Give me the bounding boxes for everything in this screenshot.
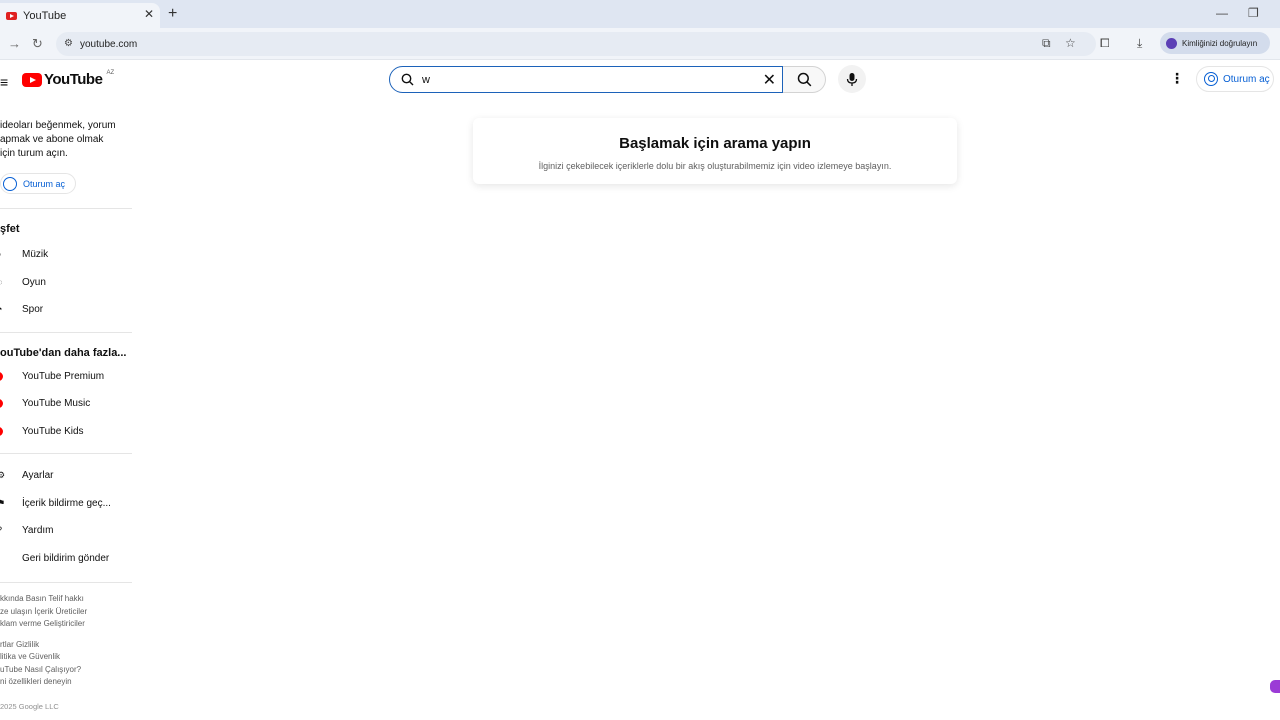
bookmark-star-icon[interactable]: ☆ — [1065, 36, 1076, 50]
search-button[interactable] — [783, 66, 826, 93]
forward-icon[interactable]: → — [8, 36, 21, 51]
sidebar-item-gaming[interactable]: ◌ Oyun — [0, 269, 132, 297]
extensions-icon[interactable]: ⧠ — [1100, 36, 1110, 51]
sidebar-item-youtube-premium[interactable]: YouTube Premium — [0, 363, 132, 391]
empty-feed-card: Başlamak için arama yapın İlginizi çekeb… — [473, 118, 957, 184]
logo-wordmark: YouTube — [44, 71, 103, 88]
sidebar-item-label: YouTube Kids — [22, 425, 84, 437]
microphone-icon — [846, 72, 858, 86]
sidebar-item-label: YouTube Music — [22, 398, 91, 410]
footer-links-row[interactable]: litika ve Güvenlik — [0, 651, 132, 664]
empty-feed-subtitle: İlginizi çekebilecek içeriklerle dolu bi… — [538, 161, 892, 171]
voice-search-button[interactable] — [838, 65, 866, 93]
sidebar-item-label: İçerik bildirme geç... — [22, 497, 111, 509]
assistant-icon[interactable] — [1270, 680, 1280, 693]
footer-links-row[interactable]: rtlar Gizlilik — [0, 639, 132, 652]
explore-heading: şfet — [0, 223, 20, 235]
url-bar[interactable]: ⚙ youtube.com — [56, 32, 1096, 56]
reload-icon[interactable]: ↻ — [32, 36, 43, 52]
sidebar-item-report-history[interactable]: ⚑ İçerik bildirme geç... — [0, 490, 132, 518]
footer-links-row[interactable]: ni özellikleri deneyin — [0, 676, 132, 689]
sidebar-item-label: Ayarlar — [22, 470, 54, 482]
sidebar-explore-section: şfet ♪ Müzik ◌ Oyun ◔ Spor — [0, 209, 132, 333]
sidebar-item-label: YouTube Premium — [22, 370, 105, 382]
footer-links-row[interactable]: ze ulaşın İçerik Üreticiler — [0, 606, 132, 619]
sidebar-signin-section: ideoları beğenmek, yorum apmak ve abone … — [0, 100, 132, 209]
help-icon: ? — [0, 526, 4, 535]
search-box[interactable]: ✕ — [389, 66, 783, 93]
sidebar-item-settings[interactable]: ⚙ Ayarlar — [0, 462, 132, 490]
gaming-icon: ◌ — [0, 277, 4, 287]
more-options-icon[interactable]: ⋮ — [1170, 70, 1184, 87]
youtube-logo[interactable]: YouTube AZ — [22, 69, 115, 88]
more-from-youtube-heading: ouTube'dan daha fazla... — [0, 346, 127, 359]
download-icon[interactable]: ⤓ — [1137, 36, 1142, 51]
sidebar-item-youtube-music[interactable]: YouTube Music — [0, 390, 132, 418]
profile-button[interactable]: Kimliğinizi doğrulayın — [1160, 32, 1270, 54]
avatar — [1166, 37, 1177, 49]
minimize-icon[interactable]: — — [1216, 6, 1228, 20]
sidebar-signin-button[interactable]: Oturum aç — [0, 173, 76, 194]
menu-icon[interactable]: ≡ — [0, 74, 8, 90]
sidebar-item-sports[interactable]: ◔ Spor — [0, 296, 132, 324]
sidebar-item-youtube-kids[interactable]: YouTube Kids — [0, 418, 132, 446]
music-icon: ♪ — [0, 250, 4, 259]
youtube-play-icon — [22, 72, 42, 87]
feedback-icon: ! — [0, 554, 4, 563]
restore-icon[interactable]: ❐ — [1248, 6, 1259, 20]
search-icon — [401, 73, 414, 89]
url-text: youtube.com — [80, 38, 138, 50]
youtube-kids-icon — [0, 426, 3, 436]
address-bar-row: → ↻ ⚙ youtube.com ⧉ ☆ ⧠ ⤓ Kimliğinizi do… — [0, 28, 1280, 60]
account-icon — [3, 176, 17, 191]
flag-icon: ⚑ — [0, 497, 6, 508]
browser-tab[interactable]: YouTube ✕ — [0, 3, 160, 28]
search-icon — [797, 72, 811, 87]
copyright: 2025 Google LLC — [0, 701, 59, 711]
youtube-favicon-icon — [6, 11, 17, 20]
signin-prompt-text: ideoları beğenmek, yorum apmak ve abone … — [0, 120, 116, 159]
tab-close-icon[interactable]: ✕ — [144, 7, 154, 21]
site-settings-icon[interactable]: ⚙ — [64, 38, 75, 49]
browser-tab-strip: YouTube ✕ + — ❐ — [0, 0, 1280, 28]
footer-links-row[interactable]: uTube Nasıl Çalışıyor? — [0, 664, 132, 677]
empty-feed-title: Başlamak için arama yapın — [619, 135, 811, 152]
youtube-music-icon — [0, 399, 3, 408]
sidebar-item-feedback[interactable]: ! Geri bildirim gönder — [0, 545, 132, 573]
sidebar-item-music[interactable]: ♪ Müzik — [0, 241, 132, 269]
youtube-premium-icon — [0, 371, 3, 381]
sidebar: ideoları beğenmek, yorum apmak ve abone … — [0, 100, 132, 720]
header-signin-label: Oturum aç — [1223, 73, 1270, 85]
sidebar-signin-label: Oturum aç — [23, 178, 66, 189]
sidebar-settings-section: ⚙ Ayarlar ⚑ İçerik bildirme geç... ? Yar… — [0, 454, 132, 583]
gear-icon: ⚙ — [0, 470, 6, 480]
sports-icon: ◔ — [0, 305, 4, 314]
masthead: ≡ YouTube AZ ✕ ⋮ Oturum aç — [0, 60, 1280, 100]
footer-links-row[interactable]: klam verme Geliştiriciler — [0, 618, 132, 631]
sidebar-item-label: Müzik — [22, 249, 49, 261]
profile-label: Kimliğinizi doğrulayın — [1182, 38, 1258, 48]
install-app-icon[interactable]: ⧉ — [1042, 36, 1051, 51]
sidebar-footer: kkında Basın Telif hakkı ze ulaşın İçeri… — [0, 583, 132, 713]
search-input[interactable] — [422, 71, 752, 89]
country-code: AZ — [106, 69, 115, 76]
footer-links-row[interactable]: kkında Basın Telif hakkı — [0, 593, 132, 606]
sidebar-item-help[interactable]: ? Yardım — [0, 517, 132, 545]
tab-title: YouTube — [23, 9, 67, 22]
sidebar-more-section: ouTube'dan daha fazla... YouTube Premium… — [0, 333, 132, 454]
clear-search-icon[interactable]: ✕ — [763, 70, 776, 90]
new-tab-button[interactable]: + — [168, 5, 177, 23]
header-signin-button[interactable]: Oturum aç — [1196, 66, 1274, 92]
sidebar-item-label: Geri bildirim gönder — [22, 552, 110, 564]
account-icon — [1204, 72, 1218, 86]
sidebar-item-label: Yardım — [22, 525, 54, 537]
sidebar-item-label: Spor — [22, 304, 44, 316]
sidebar-item-label: Oyun — [22, 276, 46, 288]
